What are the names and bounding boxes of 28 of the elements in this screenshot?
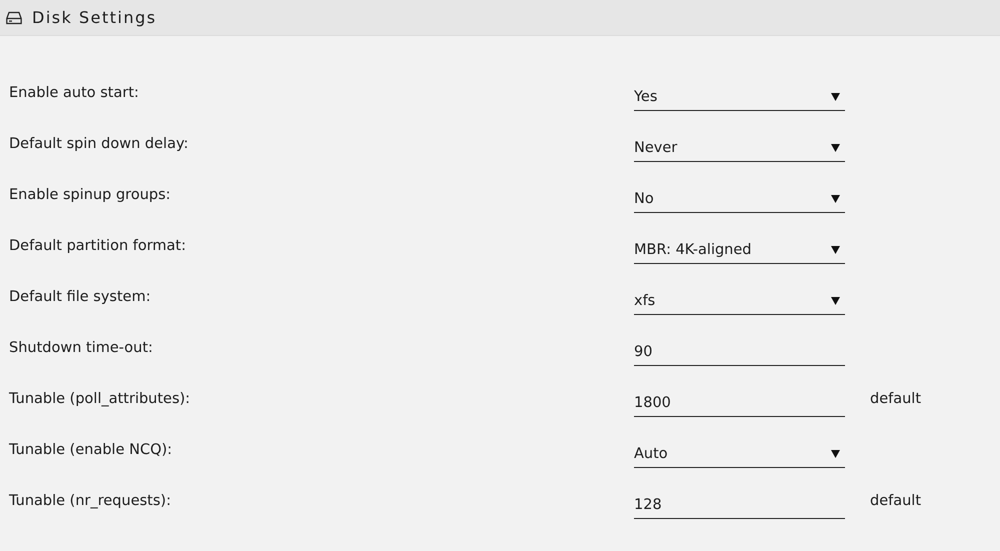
- setting-label: Default file system:: [8, 289, 152, 305]
- input-field[interactable]: 90: [634, 339, 845, 366]
- disk-icon: [6, 10, 22, 24]
- dropdown[interactable]: Auto: [634, 441, 845, 468]
- dropdown[interactable]: MBR: 4K-aligned: [634, 237, 845, 264]
- caret-icon: [831, 297, 840, 305]
- dropdown[interactable]: Never: [634, 135, 845, 162]
- caret-icon: [831, 144, 840, 152]
- setting-label: Shutdown time-out:: [8, 340, 154, 356]
- setting-label: Enable spinup groups:: [8, 187, 172, 203]
- input-field[interactable]: 128: [634, 492, 845, 519]
- default-note: default: [870, 493, 922, 509]
- setting-label: Tunable (enable NCQ):: [8, 442, 174, 458]
- caret-icon: [831, 450, 840, 458]
- dropdown[interactable]: No: [634, 186, 845, 213]
- dropdown[interactable]: Yes: [634, 84, 845, 111]
- setting-label: Tunable (poll_attributes):: [8, 391, 192, 407]
- setting-label: Default spin down delay:: [8, 136, 190, 152]
- section-title: Disk Settings: [32, 8, 157, 27]
- setting-label: Tunable (nr_requests):: [8, 493, 172, 509]
- dropdown[interactable]: xfs: [634, 288, 845, 315]
- caret-icon: [831, 246, 840, 254]
- caret-icon: [831, 93, 840, 101]
- input-field[interactable]: 1800: [634, 390, 845, 417]
- setting-label: Default partition format:: [8, 238, 188, 254]
- setting-label: Enable auto start:: [8, 85, 140, 101]
- default-note: default: [870, 391, 922, 407]
- caret-icon: [831, 195, 840, 203]
